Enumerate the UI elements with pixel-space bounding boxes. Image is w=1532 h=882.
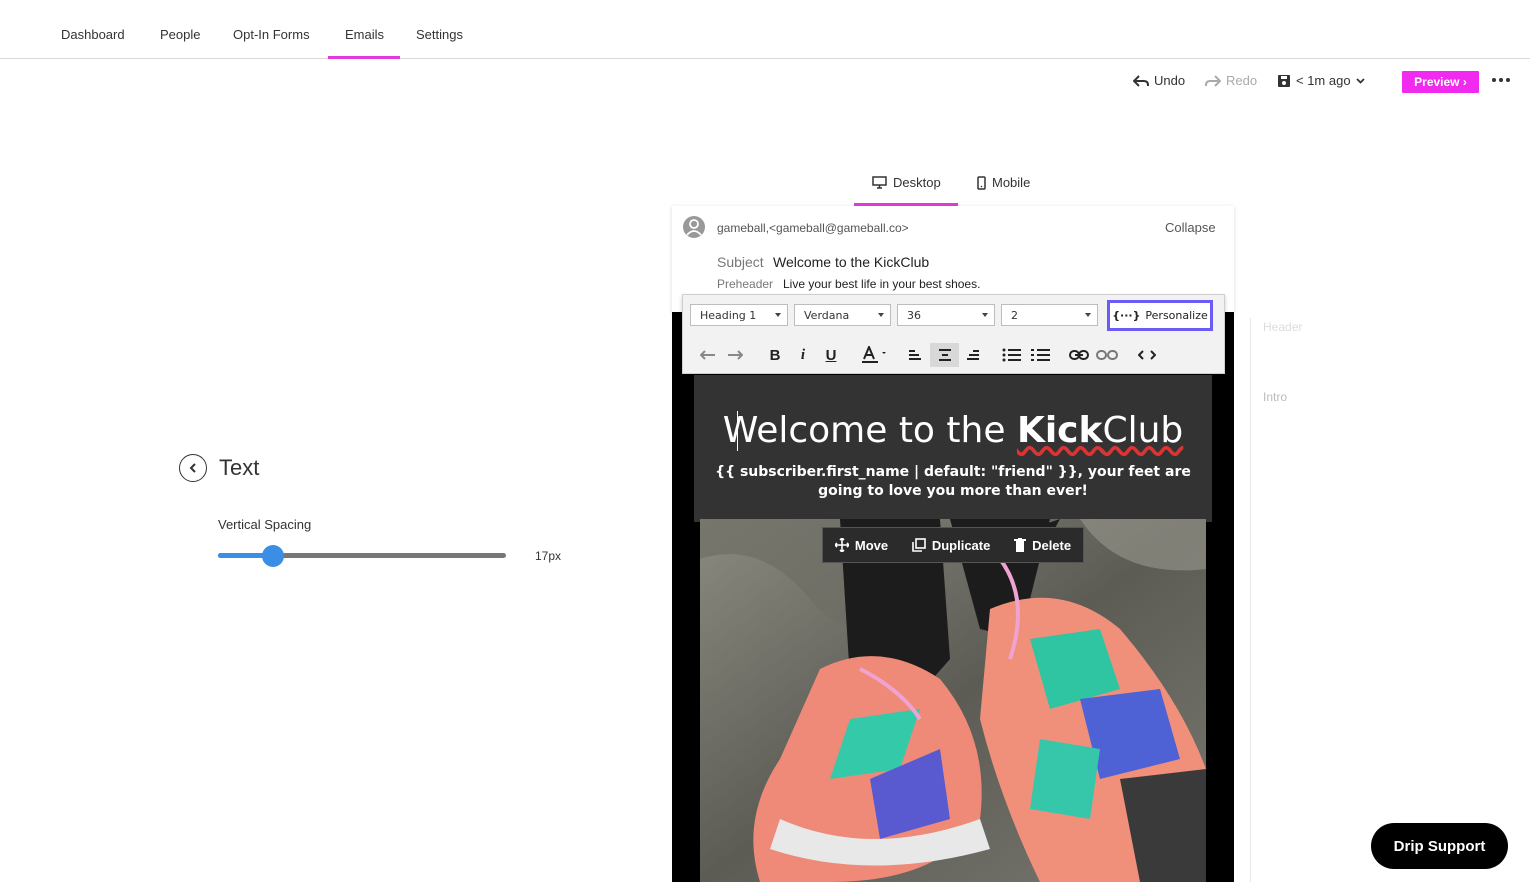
tab-desktop[interactable]: Desktop: [872, 175, 941, 190]
code-view-icon[interactable]: [1136, 343, 1158, 367]
desktop-icon: [872, 176, 887, 189]
font-size-value: 36: [907, 308, 921, 322]
font-family-select[interactable]: Verdana: [794, 304, 891, 326]
editor-redo-icon[interactable]: [725, 343, 745, 367]
underline-icon[interactable]: U: [821, 343, 841, 367]
subject-field[interactable]: Welcome to the KickClub: [773, 254, 929, 270]
nav-dashboard[interactable]: Dashboard: [61, 27, 125, 42]
numbered-list-icon[interactable]: [1029, 343, 1053, 367]
sender-avatar: [683, 216, 705, 238]
italic-icon[interactable]: i: [793, 343, 813, 367]
braces-icon: {···}: [1112, 309, 1141, 322]
outline-item-intro[interactable]: Intro: [1263, 390, 1287, 404]
vertical-spacing-label: Vertical Spacing: [218, 517, 312, 532]
link-icon[interactable]: [1067, 343, 1091, 367]
redo-button[interactable]: Redo: [1205, 73, 1257, 88]
collapse-button[interactable]: Collapse: [1165, 220, 1216, 235]
hero-title-post: Club: [1102, 410, 1184, 451]
personalize-button[interactable]: {···} Personalize: [1107, 300, 1213, 331]
block-format-select[interactable]: Heading 1: [690, 304, 788, 326]
align-center-icon[interactable]: [930, 343, 959, 367]
preheader-field[interactable]: Live your best life in your best shoes.: [783, 277, 980, 291]
line-height-value: 2: [1011, 308, 1018, 322]
personalize-label: Personalize: [1145, 309, 1208, 322]
nav-emails[interactable]: Emails: [345, 27, 384, 42]
vertical-spacing-slider[interactable]: [218, 545, 506, 567]
undo-label: Undo: [1154, 73, 1186, 88]
line-height-select[interactable]: 2: [1001, 304, 1098, 326]
shoe-photo: [700, 519, 1206, 882]
hero-title[interactable]: Welcome to the KickClub: [694, 410, 1212, 451]
nav-active-indicator: [328, 56, 400, 59]
nav-opt-in-forms[interactable]: Opt-In Forms: [233, 27, 310, 42]
editor-undo-icon[interactable]: [698, 343, 718, 367]
move-icon: [834, 538, 849, 552]
font-family-value: Verdana: [804, 308, 850, 322]
save-icon: [1278, 74, 1290, 87]
nav-settings[interactable]: Settings: [416, 27, 463, 42]
preview-button[interactable]: Preview ›: [1402, 71, 1479, 93]
hero-text-block[interactable]: Welcome to the KickClub {{ subscriber.fi…: [694, 375, 1212, 522]
image-block-actions: Move Duplicate Delete: [822, 527, 1084, 563]
move-button[interactable]: Move: [834, 537, 889, 553]
hero-title-pre: Welcome to the: [722, 410, 1017, 451]
user-icon: [686, 219, 702, 236]
nav-people[interactable]: People: [160, 27, 200, 42]
outline-item-header[interactable]: Header: [1263, 320, 1302, 334]
drip-support-button[interactable]: Drip Support: [1371, 823, 1508, 869]
top-nav: Dashboard People Opt-In Forms Emails Set…: [0, 0, 1530, 59]
bold-icon[interactable]: B: [765, 343, 785, 367]
tab-desktop-label: Desktop: [893, 175, 941, 190]
email-from[interactable]: gameball,<gameball@gameball.co>: [717, 221, 909, 235]
slider-thumb[interactable]: [261, 545, 284, 567]
undo-icon: [1133, 74, 1149, 87]
save-status-label: < 1m ago: [1296, 73, 1351, 88]
save-status[interactable]: < 1m ago: [1277, 73, 1365, 88]
align-right-icon[interactable]: [962, 343, 984, 367]
panel-title: Text: [219, 455, 260, 480]
undo-button[interactable]: Undo: [1133, 73, 1185, 88]
back-button[interactable]: [179, 454, 207, 482]
text-color-icon[interactable]: [860, 343, 888, 367]
hero-title-bold: Kick: [1016, 410, 1103, 451]
duplicate-icon: [912, 538, 926, 552]
font-size-select[interactable]: 36: [897, 304, 995, 326]
trash-icon: [1014, 538, 1027, 552]
duplicate-label: Duplicate: [931, 537, 991, 553]
delete-label: Delete: [1032, 537, 1072, 553]
vertical-spacing-value: 17px: [535, 549, 562, 563]
chevron-left-icon: [189, 463, 196, 473]
duplicate-button[interactable]: Duplicate: [912, 537, 991, 553]
preheader-label: Preheader: [717, 277, 774, 291]
redo-label: Redo: [1226, 73, 1258, 88]
block-format-value: Heading 1: [700, 308, 757, 322]
outline-divider: [1250, 318, 1251, 882]
unlink-icon[interactable]: [1095, 343, 1119, 367]
align-left-icon[interactable]: [904, 343, 926, 367]
redo-icon: [1205, 74, 1221, 87]
hero-subtitle[interactable]: {{ subscriber.first_name | default: "fri…: [702, 463, 1204, 501]
subject-label: Subject: [717, 254, 764, 270]
text-cursor: [737, 411, 738, 451]
tab-mobile[interactable]: Mobile: [977, 175, 1030, 190]
shoe-image-block[interactable]: [700, 519, 1206, 882]
more-options-icon[interactable]: [1492, 74, 1512, 86]
delete-button[interactable]: Delete: [1014, 538, 1071, 553]
tab-mobile-label: Mobile: [992, 175, 1031, 190]
mobile-icon: [977, 175, 986, 190]
move-label: Move: [854, 537, 889, 553]
bulleted-list-icon[interactable]: [1000, 343, 1024, 367]
chevron-down-icon: [1355, 77, 1365, 84]
